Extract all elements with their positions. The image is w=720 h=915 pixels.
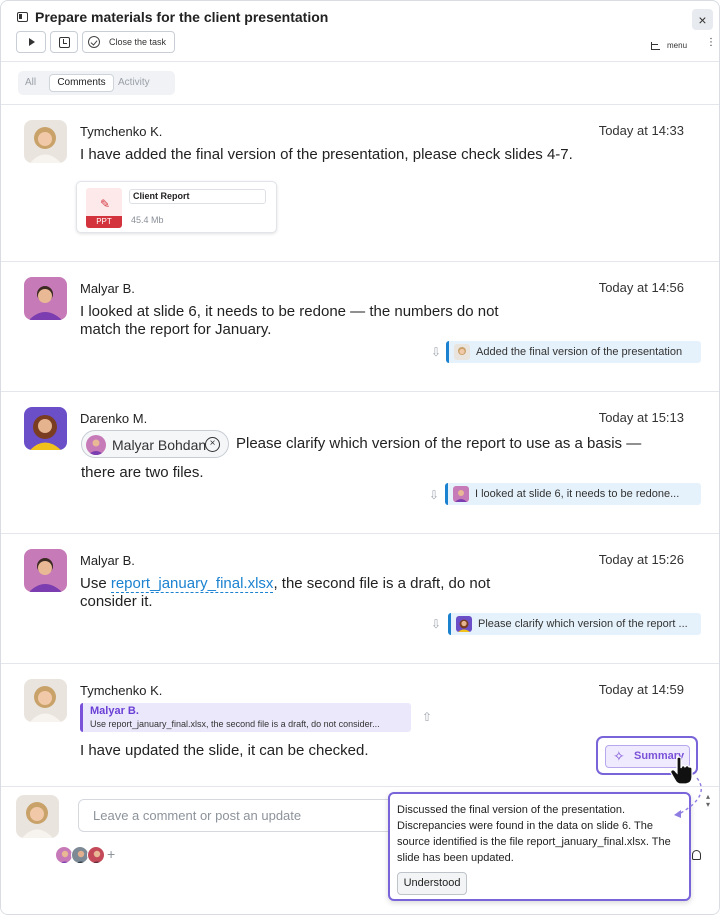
bell-icon[interactable] — [692, 850, 701, 860]
menu-button[interactable]: menu — [651, 41, 687, 50]
tab-activity[interactable]: Activity — [118, 74, 150, 92]
remove-mention-icon[interactable]: × — [205, 437, 220, 452]
reply-arrow-icon: ⇩ — [429, 488, 440, 502]
reply-arrow-icon: ⇧ — [422, 710, 433, 724]
summary-popover: Discussed the final version of the prese… — [388, 792, 691, 901]
reply-text: Added the final version of the presentat… — [476, 346, 683, 358]
tab-bar: All Comments Activity — [18, 71, 175, 95]
avatar — [24, 549, 67, 592]
comment-time: Today at 14:33 — [598, 123, 684, 138]
file-link[interactable]: report_january_final.xlsx — [110, 575, 274, 593]
comment-author: Malyar B. — [80, 553, 135, 568]
attachment-name: Client Report — [129, 189, 266, 204]
comment-text: I have added the final version of the pr… — [80, 146, 573, 163]
more-options-icon[interactable]: ⋮ — [706, 38, 716, 48]
task-panel: Prepare materials for the client present… — [0, 0, 720, 915]
close-panel-button[interactable]: × — [692, 9, 713, 30]
start-timer-button[interactable] — [16, 31, 46, 53]
reply-reference[interactable]: Please clarify which version of the repo… — [448, 613, 701, 635]
comment-author: Malyar B. — [80, 281, 135, 296]
reply-reference[interactable]: I looked at slide 6, it needs to be redo… — [445, 483, 701, 505]
reply-arrow-icon: ⇩ — [431, 345, 442, 359]
close-task-label: Close the task — [109, 37, 167, 47]
sparkle-icon: ✧ — [613, 748, 625, 764]
summary-text: Discussed the final version of the prese… — [397, 804, 671, 864]
comment-item: Darenko M. Today at 15:13 Malyar Bohdan … — [1, 392, 719, 534]
tab-all[interactable]: All — [25, 74, 36, 92]
check-circle-icon — [88, 36, 100, 48]
reply-text: I looked at slide 6, it needs to be redo… — [475, 488, 680, 500]
comment-text-line: I looked at slide 6, it needs to be redo… — [80, 303, 499, 320]
attachment-card[interactable]: ✎ PPT Client Report 45.4 Mb — [76, 181, 277, 233]
comment-text-line: Use report_january_final.xlsx, the secon… — [80, 575, 491, 593]
avatar — [24, 679, 67, 722]
comment-time: Today at 15:26 — [598, 552, 684, 567]
panel-toggle-icon[interactable] — [17, 12, 28, 22]
avatar — [453, 486, 469, 502]
paperclip-icon: ✎ — [100, 197, 111, 211]
avatar — [24, 120, 67, 163]
reply-arrow-icon: ⇩ — [431, 617, 442, 631]
comment-text-line: Please clarify which version of the repo… — [236, 435, 642, 452]
avatar — [86, 435, 106, 455]
close-task-button[interactable]: Close the task — [82, 31, 175, 53]
avatar — [87, 846, 105, 864]
quote-author: Malyar B. — [90, 705, 139, 717]
add-follower-icon[interactable]: + — [107, 846, 123, 862]
comment-time: Today at 14:59 — [598, 682, 684, 697]
user-mention-chip[interactable]: Malyar Bohdan × — [81, 430, 229, 458]
comment-time: Today at 14:56 — [598, 280, 684, 295]
task-header: Prepare materials for the client present… — [1, 1, 719, 62]
avatar — [454, 344, 470, 360]
comment-author: Darenko M. — [80, 411, 148, 426]
comment-text-line: consider it. — [80, 593, 153, 610]
menu-icon — [651, 41, 660, 50]
understood-button[interactable]: Understood — [397, 872, 467, 895]
avatar — [24, 277, 67, 320]
time-log-button[interactable] — [50, 31, 78, 53]
attachment-size: 45.4 Mb — [131, 215, 164, 225]
comment-author: Tymchenko K. — [80, 124, 163, 139]
reply-reference[interactable]: Added the final version of the presentat… — [446, 341, 701, 363]
task-title: Prepare materials for the client present… — [35, 9, 329, 25]
ppt-file-icon: ✎ PPT — [86, 188, 122, 228]
hand-cursor-icon — [670, 756, 693, 785]
comment-time: Today at 15:13 — [598, 410, 684, 425]
quoted-message[interactable]: Malyar B. Use report_january_final.xlsx,… — [80, 703, 411, 732]
comment-item: Malyar B. Today at 15:26 Use report_janu… — [1, 534, 719, 664]
avatar — [24, 407, 67, 450]
menu-label: menu — [667, 41, 688, 50]
comment-text: I have updated the slide, it can be chec… — [80, 742, 369, 759]
tab-comments[interactable]: Comments — [49, 74, 114, 92]
clock-icon — [58, 36, 70, 48]
comment-item: Tymchenko K. Today at 14:33 I have added… — [1, 105, 719, 262]
reply-text: Please clarify which version of the repo… — [478, 618, 688, 630]
mention-name: Malyar Bohdan — [112, 437, 207, 453]
avatar — [456, 616, 472, 632]
play-icon — [29, 38, 35, 46]
comment-author: Tymchenko K. — [80, 683, 163, 698]
comment-text-line: there are two files. — [81, 464, 204, 481]
avatar — [16, 795, 59, 838]
comment-item: Malyar B. Today at 14:56 I looked at sli… — [1, 262, 719, 392]
comment-text-line: match the report for January. — [80, 321, 272, 338]
quote-text: Use report_january_final.xlsx, the secon… — [90, 719, 380, 729]
